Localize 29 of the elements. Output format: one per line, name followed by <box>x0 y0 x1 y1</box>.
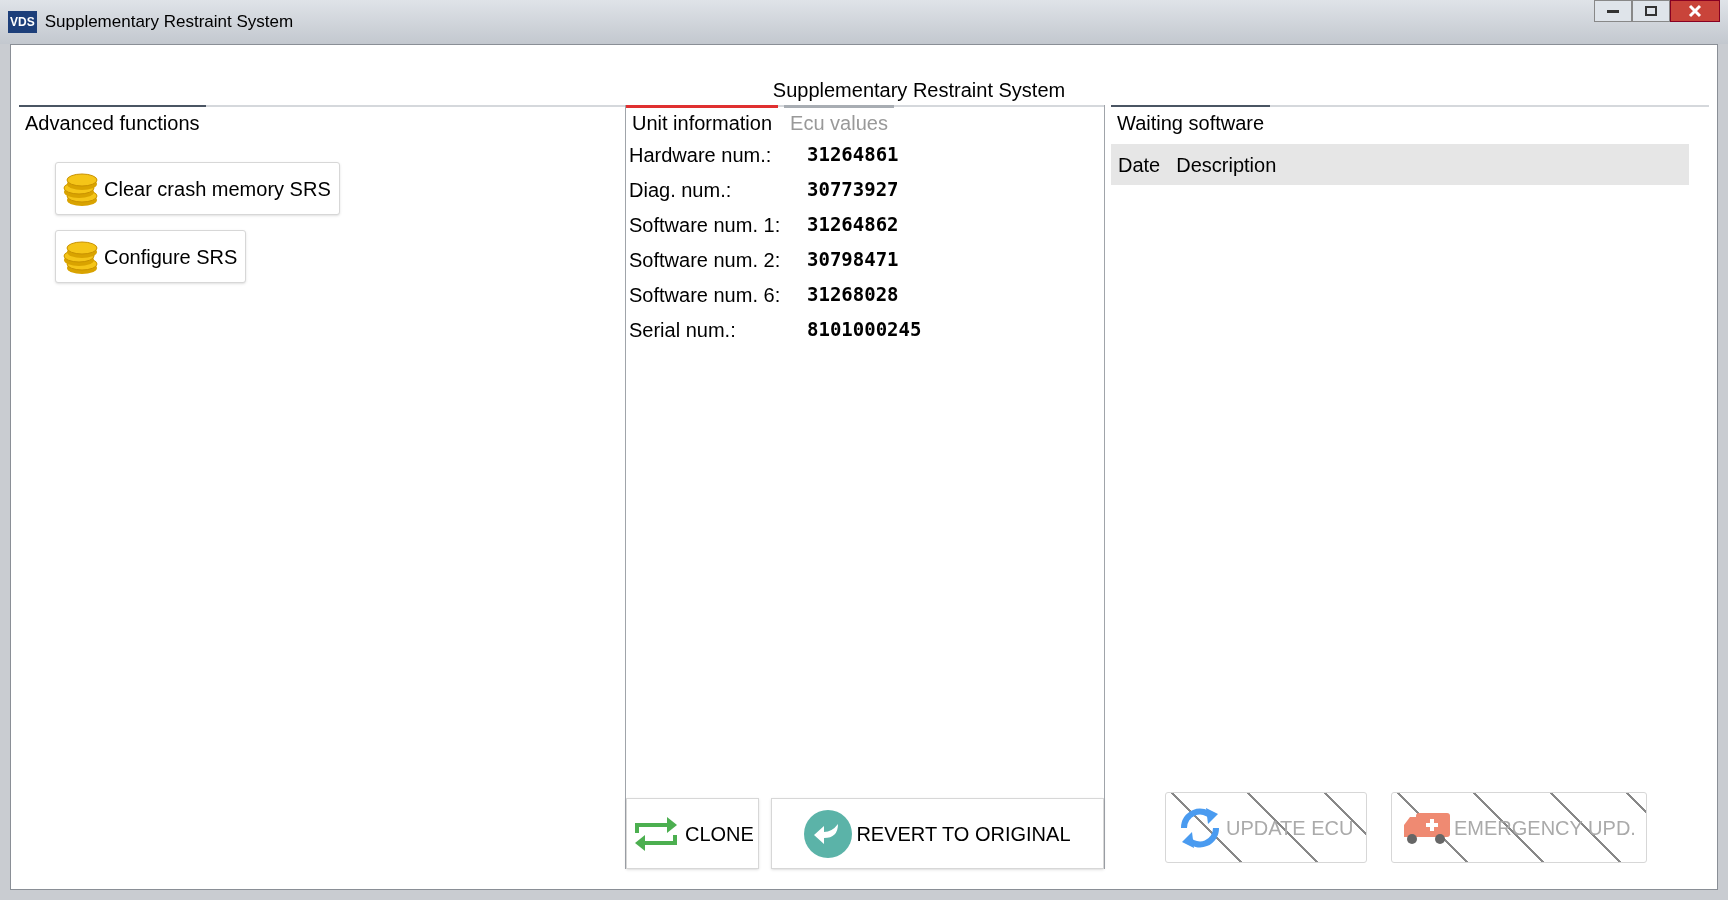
close-button[interactable] <box>1670 0 1720 22</box>
window-title: Supplementary Restraint System <box>44 11 294 34</box>
minimize-button[interactable] <box>1594 0 1632 22</box>
revert-button[interactable]: REVERT TO ORIGINAL <box>770 798 1104 869</box>
function-button[interactable]: Configure SRS <box>55 230 247 283</box>
function-button[interactable]: Clear crash memory SRS <box>55 162 340 215</box>
field-label: Diag. num.: <box>629 178 733 203</box>
field-value: 31264862 <box>807 212 900 237</box>
clone-button[interactable]: CLONE <box>626 798 759 869</box>
field-value: 8101000245 <box>807 317 923 342</box>
field-label: Hardware num.: <box>629 143 773 168</box>
field-value: 31268028 <box>807 282 900 307</box>
field-value: 31264861 <box>807 142 900 167</box>
field-value: 30773927 <box>807 177 900 202</box>
field-label: Software num. 6: <box>629 283 782 308</box>
tab[interactable]: Unit information <box>626 105 779 138</box>
field-label: Serial num.: <box>629 318 737 343</box>
column-heading: Date <box>1118 152 1161 178</box>
section-heading: Advanced functions <box>19 105 206 138</box>
field-label: Software num. 2: <box>629 248 782 273</box>
page-title: Supplementary Restraint System <box>771 78 1067 103</box>
maximize-button[interactable] <box>1632 0 1670 22</box>
section-heading: Waiting software <box>1111 105 1271 138</box>
ambulance-icon <box>1402 810 1452 845</box>
app-logo: VDS <box>8 11 37 33</box>
field-value: 30798471 <box>807 247 900 272</box>
field-label: Software num. 1: <box>629 213 782 238</box>
close-icon <box>1688 4 1702 18</box>
column-heading: Description <box>1176 152 1277 178</box>
